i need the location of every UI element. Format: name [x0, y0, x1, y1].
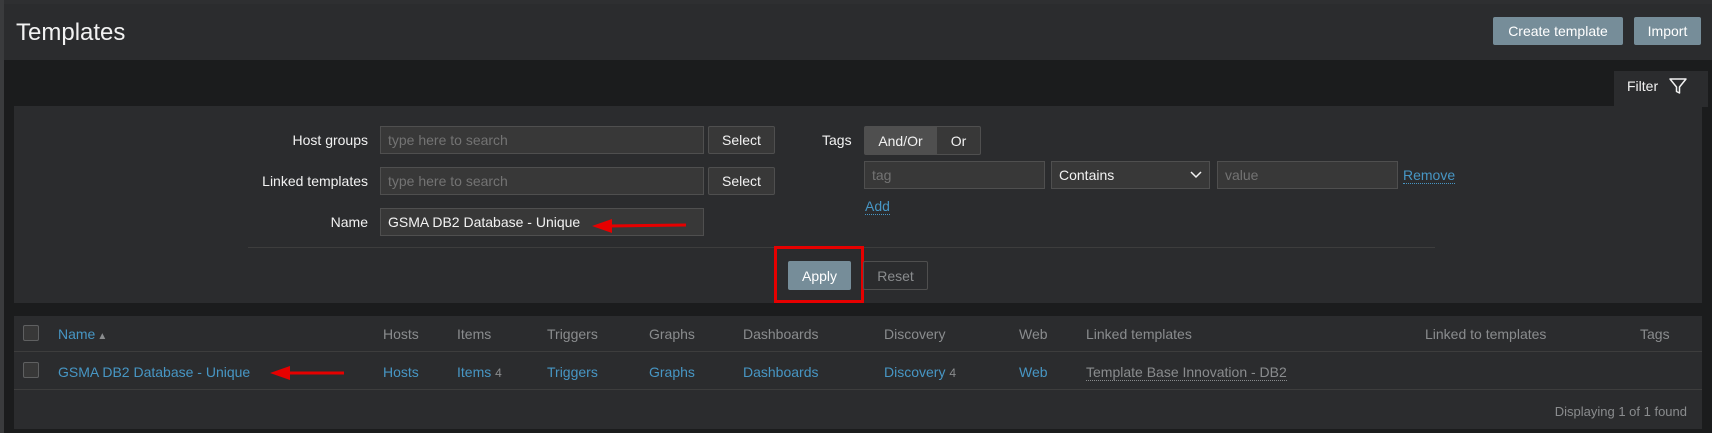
- table-header-divider: [14, 351, 1702, 352]
- tags-or-toggle[interactable]: Or: [936, 126, 981, 155]
- linked-templates-input[interactable]: [380, 167, 704, 195]
- column-header-tags: Tags: [1640, 326, 1670, 342]
- row-items-link[interactable]: Items: [457, 364, 491, 380]
- table-row-divider: [14, 389, 1702, 390]
- row-discovery-count: 4: [949, 366, 957, 380]
- row-template-name-link[interactable]: GSMA DB2 Database - Unique: [58, 364, 250, 380]
- tag-operator-value: Contains: [1059, 167, 1115, 183]
- row-items: Items 4: [457, 364, 502, 380]
- page-header: [4, 4, 1712, 60]
- annotation-arrow-icon: [592, 219, 687, 233]
- column-header-linked-to-templates: Linked to templates: [1425, 326, 1547, 342]
- apply-button[interactable]: Apply: [788, 261, 851, 290]
- row-linked-template-link[interactable]: Template Base Innovation - DB2: [1086, 364, 1287, 381]
- column-name-label: Name: [58, 326, 96, 342]
- create-template-button[interactable]: Create template: [1493, 17, 1623, 45]
- filter-icon: [1669, 78, 1687, 94]
- page-title: Templates: [16, 19, 126, 46]
- sort-ascending-icon: ▲: [97, 331, 108, 342]
- table-footer-count: Displaying 1 of 1 found: [1554, 404, 1687, 419]
- select-all-checkbox[interactable]: [23, 325, 39, 341]
- host-groups-label: Host groups: [292, 132, 368, 148]
- tag-remove-link[interactable]: Remove: [1403, 167, 1456, 184]
- row-discovery: Discovery 4: [884, 364, 956, 380]
- import-button[interactable]: Import: [1634, 17, 1701, 45]
- column-header-web: Web: [1019, 326, 1048, 342]
- annotation-arrow-icon: [270, 366, 344, 380]
- chevron-down-icon: [1190, 171, 1202, 179]
- name-label: Name: [330, 214, 368, 230]
- column-header-name[interactable]: Name ▲: [58, 326, 107, 342]
- host-groups-select-button[interactable]: Select: [708, 126, 775, 154]
- column-header-items: Items: [457, 326, 492, 342]
- linked-templates-label: Linked templates: [262, 173, 368, 189]
- column-header-dashboards: Dashboards: [743, 326, 819, 342]
- column-header-discovery: Discovery: [884, 326, 946, 342]
- row-checkbox[interactable]: [23, 362, 39, 378]
- filter-tab-label: Filter: [1627, 78, 1659, 94]
- tag-input[interactable]: [864, 161, 1045, 189]
- row-graphs-link[interactable]: Graphs: [649, 364, 695, 380]
- row-dashboards-link[interactable]: Dashboards: [743, 364, 819, 380]
- reset-button[interactable]: Reset: [863, 261, 928, 290]
- tag-operator-select[interactable]: Contains: [1051, 161, 1210, 189]
- row-items-count: 4: [495, 366, 502, 380]
- column-header-linked-templates: Linked templates: [1086, 326, 1192, 342]
- host-groups-input[interactable]: [380, 126, 704, 154]
- column-header-triggers: Triggers: [547, 326, 598, 342]
- row-discovery-link[interactable]: Discovery: [884, 364, 945, 380]
- tag-value-input[interactable]: [1217, 161, 1398, 189]
- row-hosts-link[interactable]: Hosts: [383, 364, 419, 380]
- left-border: [0, 0, 4, 433]
- column-header-graphs: Graphs: [649, 326, 695, 342]
- tags-and-or-toggle[interactable]: And/Or: [864, 126, 937, 155]
- linked-templates-select-button[interactable]: Select: [708, 167, 775, 195]
- row-triggers-link[interactable]: Triggers: [547, 364, 598, 380]
- column-header-hosts: Hosts: [383, 326, 419, 342]
- tag-add-link[interactable]: Add: [865, 198, 890, 215]
- row-web-link[interactable]: Web: [1019, 364, 1048, 380]
- tags-label: Tags: [822, 132, 852, 148]
